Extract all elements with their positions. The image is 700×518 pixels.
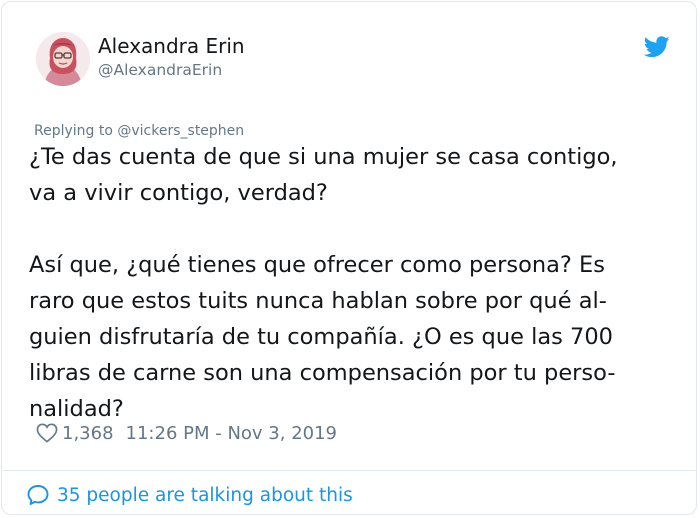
tweet-line: va a vivir contigo, verdad?	[29, 180, 328, 206]
talking-label[interactable]: 35 people are talking about this	[57, 485, 353, 506]
replying-to-label[interactable]: Replying to @vickers_stephen	[34, 123, 244, 139]
tweet-card: Alexandra Erin @AlexandraErin Replying t…	[1, 1, 697, 515]
heart-icon[interactable]	[36, 423, 58, 443]
tweet-line: guien disfrutaría de tu compañía. ¿O es …	[29, 324, 613, 350]
twitter-bird-icon[interactable]	[644, 36, 670, 58]
conversation-link[interactable]: 35 people are talking about this	[26, 482, 353, 508]
comment-bubble-icon	[27, 485, 49, 505]
like-count[interactable]: 1,368	[62, 423, 114, 444]
tweet-line: Así que, ¿qué tienes que ofrecer como pe…	[29, 252, 605, 278]
avatar-illustration	[36, 32, 90, 86]
author-display-name[interactable]: Alexandra Erin	[98, 34, 245, 58]
avatar[interactable]	[36, 32, 90, 86]
divider	[3, 470, 697, 471]
tweet-line: libras de carne son una compensación por…	[29, 360, 616, 386]
tweet-timestamp[interactable]: 11:26 PM - Nov 3, 2019	[126, 423, 337, 444]
tweet-text: ¿Te das cuenta de que si una mujer se ca…	[29, 139, 679, 427]
tweet-meta: 1,368 11:26 PM - Nov 3, 2019	[36, 420, 337, 446]
tweet-line: ¿Te das cuenta de que si una mujer se ca…	[29, 144, 618, 170]
author-handle[interactable]: @AlexandraErin	[98, 61, 222, 79]
tweet-line: raro que estos tuits nunca hablan sobre …	[29, 288, 607, 314]
